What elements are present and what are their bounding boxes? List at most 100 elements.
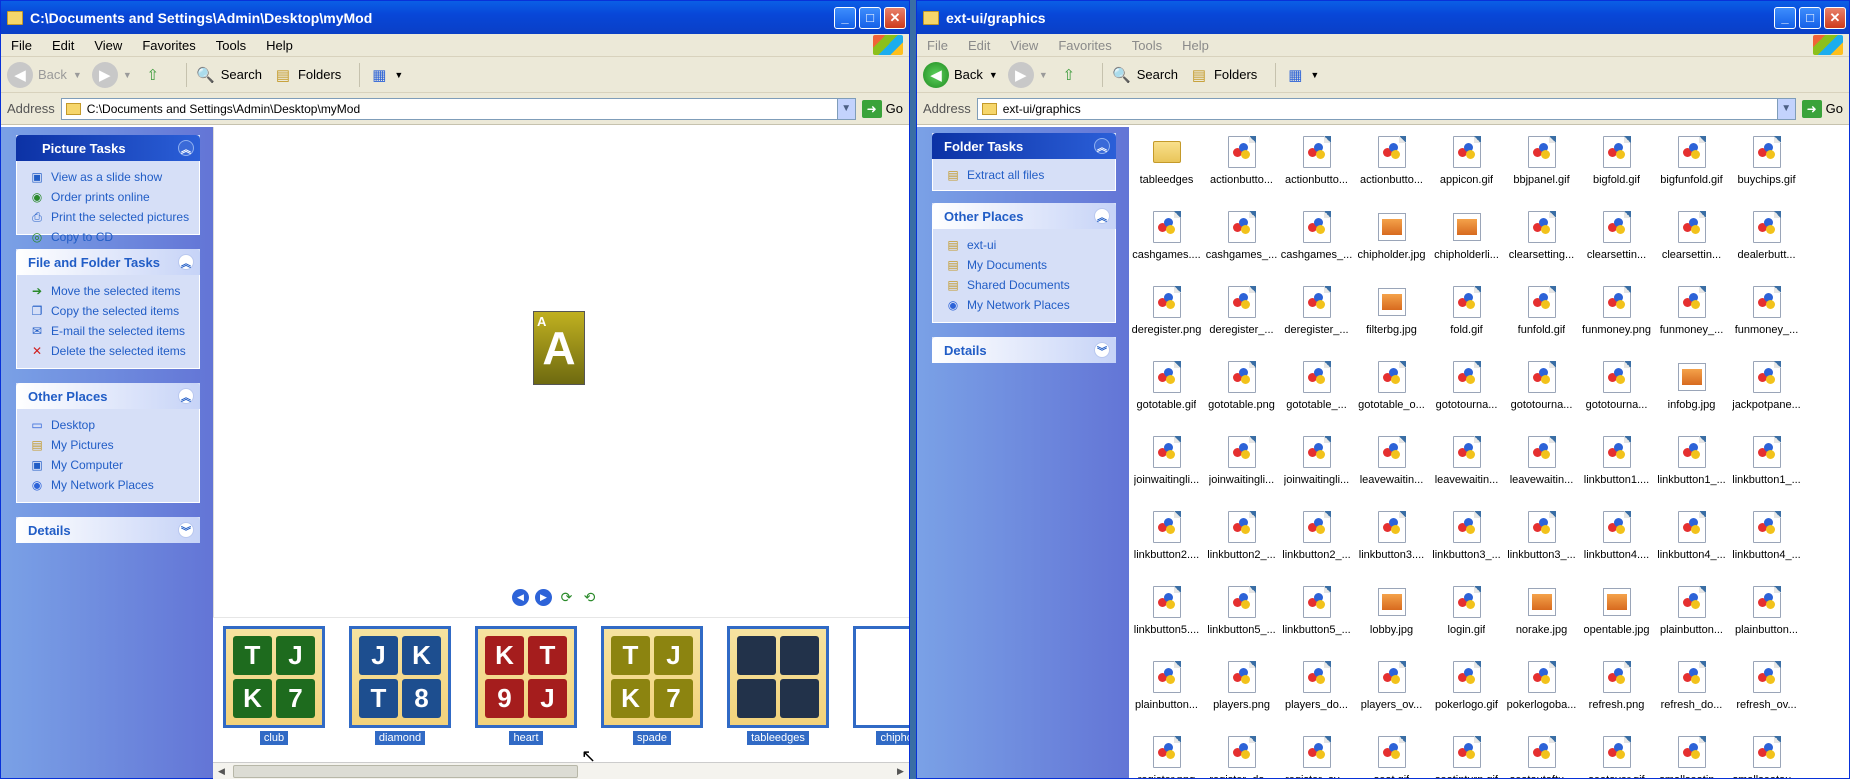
filmstrip-thumbnail[interactable]: J K T 8 diamond xyxy=(349,626,451,745)
file-item[interactable]: plainbutton... xyxy=(1729,581,1804,656)
file-item[interactable]: players_do... xyxy=(1279,656,1354,731)
file-item[interactable]: filterbg.jpg xyxy=(1354,281,1429,356)
file-item[interactable]: leavewaitin... xyxy=(1429,431,1504,506)
filmstrip-thumbnail[interactable]: T J K 7 spade xyxy=(601,626,703,745)
file-item[interactable]: linkbutton4_... xyxy=(1654,506,1729,581)
file-item[interactable]: linkbutton2.... xyxy=(1129,506,1204,581)
task-order-prints[interactable]: ◉ Order prints online xyxy=(17,187,199,207)
file-item[interactable]: gototourna... xyxy=(1429,356,1504,431)
scroll-left-icon[interactable]: ◀ xyxy=(213,763,230,779)
scroll-right-icon[interactable]: ▶ xyxy=(892,763,909,779)
file-item[interactable]: leavewaitin... xyxy=(1504,431,1579,506)
file-item[interactable]: plainbutton... xyxy=(1654,581,1729,656)
place-my-documents[interactable]: ▤ My Documents xyxy=(933,255,1115,275)
task-copy-cd[interactable]: ◎ Copy to CD xyxy=(17,227,199,247)
menu-tools[interactable]: Tools xyxy=(1122,38,1172,53)
place-my-computer[interactable]: ▣ My Computer xyxy=(17,455,199,475)
file-item[interactable]: pokerlogo.gif xyxy=(1429,656,1504,731)
file-item[interactable]: leavewaitin... xyxy=(1354,431,1429,506)
collapse-icon[interactable]: ︽ xyxy=(1094,138,1110,154)
menu-favorites[interactable]: Favorites xyxy=(1048,38,1121,53)
place-shared-documents[interactable]: ▤ Shared Documents xyxy=(933,275,1115,295)
minimize-button[interactable]: _ xyxy=(834,6,856,29)
file-item[interactable]: seatoutoftu... xyxy=(1504,731,1579,778)
collapse-icon[interactable]: ︽ xyxy=(1094,208,1110,224)
file-item[interactable]: deregister.png xyxy=(1129,281,1204,356)
file-item[interactable]: joinwaitingli... xyxy=(1129,431,1204,506)
go-button[interactable]: ➜ Go xyxy=(861,99,903,118)
file-item[interactable]: tableedges xyxy=(1129,131,1204,206)
file-item[interactable]: seatinturn.gif xyxy=(1429,731,1504,778)
title-bar[interactable]: ext-ui/graphics _ □ ✕ xyxy=(917,1,1849,34)
file-item[interactable]: bigfold.gif xyxy=(1579,131,1654,206)
file-item[interactable]: gototable.gif xyxy=(1129,356,1204,431)
file-item[interactable]: linkbutton1_... xyxy=(1729,431,1804,506)
file-item[interactable]: linkbutton4_... xyxy=(1729,506,1804,581)
file-item[interactable]: players_ov... xyxy=(1354,656,1429,731)
file-item[interactable]: joinwaitingli... xyxy=(1279,431,1354,506)
back-button[interactable]: ◀ Back ▼ xyxy=(7,61,82,88)
file-item[interactable]: infobg.jpg xyxy=(1654,356,1729,431)
back-button[interactable]: ◀ Back ▼ xyxy=(923,61,998,88)
maximize-button[interactable]: □ xyxy=(859,6,881,29)
file-item[interactable]: linkbutton5_... xyxy=(1204,581,1279,656)
expand-icon[interactable]: ︾ xyxy=(178,522,194,538)
place-desktop[interactable]: ▭ Desktop xyxy=(17,415,199,435)
menu-edit[interactable]: Edit xyxy=(958,38,1000,53)
search-button[interactable]: 🔍 Search xyxy=(1111,64,1178,86)
menu-favorites[interactable]: Favorites xyxy=(132,38,205,53)
collapse-icon[interactable]: ︽ xyxy=(178,140,194,156)
place-ext-ui[interactable]: ▤ ext-ui xyxy=(933,235,1115,255)
address-input[interactable]: C:\Documents and Settings\Admin\Desktop\… xyxy=(60,97,856,120)
file-item[interactable]: lobby.jpg xyxy=(1354,581,1429,656)
file-item[interactable]: register_do... xyxy=(1204,731,1279,778)
file-item[interactable]: linkbutton5_... xyxy=(1279,581,1354,656)
file-item[interactable]: linkbutton1.... xyxy=(1579,431,1654,506)
file-item[interactable]: clearsettin... xyxy=(1579,206,1654,281)
file-item[interactable]: deregister_... xyxy=(1204,281,1279,356)
file-item[interactable]: linkbutton3.... xyxy=(1354,506,1429,581)
filmstrip-thumbnail[interactable]: chipholde xyxy=(853,626,909,745)
menu-file[interactable]: File xyxy=(1,38,42,53)
details-header[interactable]: Details ︾ xyxy=(16,517,200,543)
filmstrip-thumbnail[interactable]: tableedges xyxy=(727,626,829,745)
file-item[interactable]: smallseatou... xyxy=(1729,731,1804,778)
filmstrip-thumbnail[interactable]: T J K 7 club xyxy=(223,626,325,745)
file-item[interactable]: dealerbutt... xyxy=(1729,206,1804,281)
previous-image-icon[interactable]: ◀ xyxy=(512,589,529,606)
file-item[interactable]: gototable.png xyxy=(1204,356,1279,431)
menu-view[interactable]: View xyxy=(1000,38,1048,53)
menu-edit[interactable]: Edit xyxy=(42,38,84,53)
menu-help[interactable]: Help xyxy=(1172,38,1219,53)
file-item[interactable]: jackpotpane... xyxy=(1729,356,1804,431)
file-item[interactable]: gototable_... xyxy=(1279,356,1354,431)
file-item[interactable]: chipholderli... xyxy=(1429,206,1504,281)
file-item[interactable]: linkbutton2_... xyxy=(1279,506,1354,581)
next-image-icon[interactable]: ▶ xyxy=(535,589,552,606)
file-item[interactable]: clearsettin... xyxy=(1654,206,1729,281)
file-item[interactable]: bbjpanel.gif xyxy=(1504,131,1579,206)
other-places-header[interactable]: Other Places ︽ xyxy=(932,203,1116,229)
file-item[interactable]: login.gif xyxy=(1429,581,1504,656)
file-item[interactable]: funmoney_... xyxy=(1654,281,1729,356)
file-item[interactable]: cashgames_... xyxy=(1279,206,1354,281)
file-item[interactable]: linkbutton4.... xyxy=(1579,506,1654,581)
file-item[interactable]: linkbutton3_... xyxy=(1429,506,1504,581)
file-item[interactable]: opentable.jpg xyxy=(1579,581,1654,656)
file-folder-tasks-header[interactable]: File and Folder Tasks ︽ xyxy=(16,249,200,275)
address-dropdown-icon[interactable]: ▼ xyxy=(1776,98,1795,119)
file-item[interactable]: deregister_... xyxy=(1279,281,1354,356)
task-slideshow[interactable]: ▣ View as a slide show xyxy=(17,167,199,187)
menu-tools[interactable]: Tools xyxy=(206,38,256,53)
file-item[interactable]: gototourna... xyxy=(1504,356,1579,431)
file-item[interactable]: linkbutton5.... xyxy=(1129,581,1204,656)
task-print[interactable]: ⎙ Print the selected pictures xyxy=(17,207,199,227)
go-button[interactable]: ➜ Go xyxy=(1801,99,1843,118)
task-email[interactable]: ✉ E-mail the selected items xyxy=(17,321,199,341)
file-item[interactable]: seatover.gif xyxy=(1579,731,1654,778)
folders-button[interactable]: ▤ Folders xyxy=(272,64,341,86)
place-network[interactable]: ◉ My Network Places xyxy=(17,475,199,495)
file-item[interactable]: funmoney_... xyxy=(1729,281,1804,356)
forward-button[interactable]: ▶ ▼ xyxy=(1007,61,1048,88)
views-button[interactable]: ▦ ▼ xyxy=(368,64,403,86)
